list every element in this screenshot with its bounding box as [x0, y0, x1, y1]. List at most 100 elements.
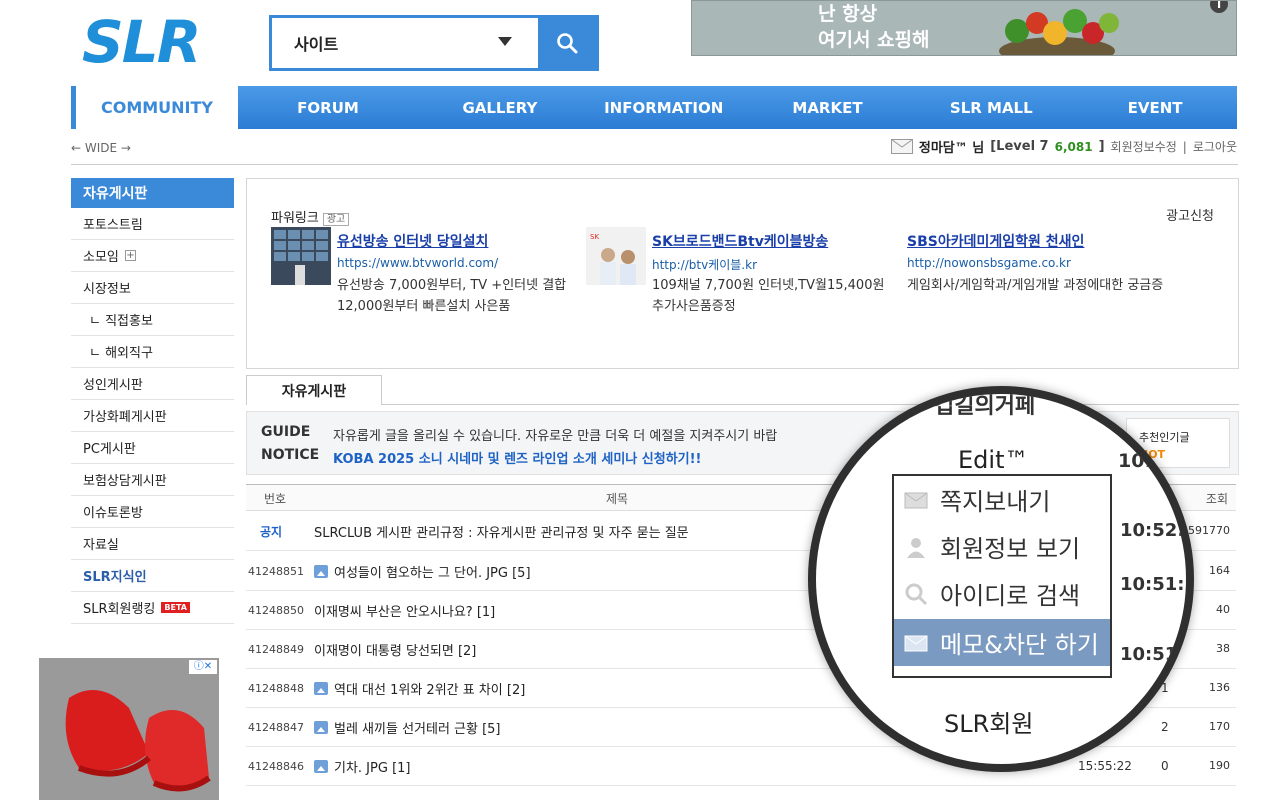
row-recommend: 2 [1161, 720, 1169, 734]
nav-information[interactable]: INFORMATION [582, 86, 746, 129]
envelope-icon [904, 492, 928, 508]
sidebar-item-label: SLR지식인 [83, 570, 147, 585]
sidebar-item-photostream[interactable]: 포토스트림 [71, 208, 234, 240]
ad-title[interactable]: 유선방송 인터넷 당일설치 [337, 231, 488, 251]
row-views: 40 [1216, 603, 1230, 616]
search-icon [557, 33, 578, 54]
row-views: 190 [1209, 759, 1230, 772]
banner-line1: 난 항상 [818, 3, 878, 25]
edit-profile-link[interactable]: 회원정보수정 [1111, 138, 1177, 155]
sidebar-item-crypto[interactable]: 가상화폐게시판 [71, 400, 234, 432]
svg-text:SLR: SLR [82, 10, 199, 72]
table-row[interactable]: 41248846 기차. JPG [1] 15:55:22 0 190 [246, 747, 1236, 786]
row-title-text: 이재명씨 부산은 안오시나요? [1] [314, 605, 496, 620]
expand-plus-icon[interactable]: + [124, 250, 136, 261]
menu-search-id[interactable]: 아이디로 검색 [894, 570, 1110, 617]
row-title[interactable]: 이재명씨 부산은 안오시나요? [1] [314, 601, 495, 620]
ad-url[interactable]: http://nowonsbsgame.co.kr [907, 256, 1071, 270]
envelope-icon[interactable] [890, 139, 913, 154]
user-nickname[interactable]: 정마담™ 님 [919, 137, 984, 156]
notice-link[interactable]: KOBA 2025 소니 시네마 및 렌즈 라인업 소개 세미나 신청하기!! [333, 448, 701, 467]
row-title[interactable]: 여성들이 혐오하는 그 단어. JPG [5] [314, 562, 531, 581]
sidebar-item-insurance[interactable]: 보험상담게시판 [71, 464, 234, 496]
image-icon [314, 721, 328, 734]
row-title[interactable]: 이재명이 대통령 당선되면 [2] [314, 640, 476, 659]
row-title[interactable]: 기차. JPG [1] [314, 757, 410, 776]
row-number: 공지 [260, 525, 283, 539]
main-nav: FORUM GALLERY INFORMATION MARKET SLR MAL… [238, 86, 1237, 129]
nav-market[interactable]: MARKET [746, 86, 910, 129]
slr-logo[interactable]: SLR [82, 8, 212, 76]
sidebar: 자유게시판 포토스트림 소모임 + 시장정보 ㄴ 직접홍보 ㄴ 해외직구 성인게시… [71, 178, 234, 624]
nav-event[interactable]: EVENT [1073, 86, 1237, 129]
user-info-bar: 정마담™ 님 [Level 7 6,081 ] 회원정보수정 | 로그아웃 [890, 137, 1237, 156]
row-number: 41248847 [248, 721, 304, 734]
sidebar-item-ranking[interactable]: SLR회원랭킹 BETA [71, 592, 234, 624]
row-title[interactable]: 벌레 새끼들 선거테러 근황 [5] [314, 718, 501, 737]
sidebar-item-label: SLR회원랭킹 [83, 602, 156, 617]
search-scope-select[interactable]: 사이트 [272, 18, 538, 68]
sidebar-item-direct-promo[interactable]: ㄴ 직접홍보 [71, 304, 234, 336]
row-views: 136 [1209, 681, 1230, 694]
ad-title[interactable]: SBS아카데미게임학원 천새인 [907, 231, 1084, 251]
menu-send-message[interactable]: 쪽지보내기 [894, 476, 1110, 523]
ad-url[interactable]: https://www.btvworld.com/ [337, 256, 498, 270]
row-title-text: 기차. JPG [1] [334, 761, 411, 776]
magnifier-lens: 겁길의거페 Edit™ 10:52:2 HOT 쪽지보내기 회원정보 보기 아이… [808, 386, 1194, 772]
ad-description: 게임회사/게임학과/게임개발 과정에대한 궁금증 [907, 278, 1164, 293]
column-title: 제목 [606, 492, 629, 506]
sidebar-item-label: ㄴ 해외직구 [89, 346, 153, 361]
writer-name[interactable]: Edit™ [958, 446, 1028, 474]
row-number: 41248849 [248, 643, 304, 656]
menu-label: 쪽지보내기 [940, 488, 1051, 516]
sidebar-item-pc[interactable]: PC게시판 [71, 432, 234, 464]
ad-description: 109채널 7,700원 인터넷,TV월15,400원 추가사은품증정 [652, 278, 885, 314]
banner-line2: 여기서 쇼핑해 [818, 29, 930, 51]
sidebar-item-slr-qna[interactable]: SLR지식인 [71, 560, 234, 592]
row-views: 591770 [1188, 524, 1230, 537]
ad-url[interactable]: http://btv케이블.kr [652, 256, 757, 273]
sidebar-item-label: ㄴ 직접홍보 [89, 314, 153, 329]
menu-view-profile[interactable]: 회원정보 보기 [894, 523, 1110, 570]
logout-link[interactable]: 로그아웃 [1193, 138, 1237, 155]
row-recommend: 0 [1161, 759, 1169, 773]
row-number: 41248851 [248, 565, 304, 578]
row-title[interactable]: SLRCLUB 게시판 관리규정 : 자유게시판 관리규정 및 자주 묻는 질문 [314, 522, 689, 541]
ad-info-icon[interactable]: i [1210, 1, 1228, 13]
ad-description: 유선방송 7,000원부터, TV +인터넷 결합 12,000원부터 빠른설치… [337, 278, 567, 314]
top-banner-ad[interactable]: 난 항상 여기서 쇼핑해 i [691, 0, 1237, 56]
row-title[interactable]: 역대 대선 1위와 2위간 표 차이 [2] [314, 679, 525, 698]
nav-slr-mall[interactable]: SLR MALL [909, 86, 1073, 129]
row-views: 170 [1209, 720, 1230, 733]
sidebar-item-free-board[interactable]: 자유게시판 [71, 178, 234, 208]
sidebar-item-overseas[interactable]: ㄴ 해외직구 [71, 336, 234, 368]
menu-memo-block[interactable]: 메모&차단 하기 [894, 619, 1110, 666]
ad-choices-icon[interactable]: ⓘ✕ [189, 660, 217, 674]
sidebar-item-archive[interactable]: 자료실 [71, 528, 234, 560]
side-ad-shoes[interactable]: ⓘ✕ [39, 658, 219, 800]
popular-label: 추천인기글 [1139, 431, 1190, 444]
row-title-text: SLRCLUB 게시판 관리규정 : 자유게시판 관리규정 및 자주 묻는 질문 [314, 526, 689, 541]
sidebar-item-club[interactable]: 소모임 + [71, 240, 234, 272]
ad-title[interactable]: SK브로드밴드Btv케이블방송 [652, 231, 828, 251]
magnified-time: 10:51:2 [1120, 574, 1194, 595]
sidebar-item-adult[interactable]: 성인게시판 [71, 368, 234, 400]
search-button[interactable] [538, 18, 596, 68]
menu-label: 메모&차단 하기 [940, 631, 1099, 659]
red-shoes-image [39, 658, 219, 800]
row-title-text: 여성들이 혐오하는 그 단어. JPG [5] [334, 566, 531, 581]
nav-community[interactable]: COMMUNITY [71, 86, 238, 129]
tab-free-board[interactable]: 자유게시판 [246, 375, 382, 405]
column-number: 번호 [264, 492, 287, 506]
beta-badge: BETA [161, 602, 190, 613]
divider [71, 164, 1238, 165]
powerlink-ad-box: 파워링크 광고 광고신청 유선방송 인터넷 당일설치 https://www.bt… [246, 178, 1239, 369]
sidebar-item-market-info[interactable]: 시장정보 [71, 272, 234, 304]
sidebar-item-issue[interactable]: 이슈토론방 [71, 496, 234, 528]
guide-text: 자유롭게 글을 올리실 수 있습니다. 자유로운 만큼 더욱 더 예절을 지켜주… [333, 429, 778, 444]
ad-apply-link[interactable]: 광고신청 [1166, 205, 1214, 224]
nav-forum[interactable]: FORUM [238, 86, 418, 129]
wide-toggle[interactable]: ← WIDE → [71, 141, 131, 155]
sidebar-item-label: 보험상담게시판 [83, 474, 167, 489]
nav-gallery[interactable]: GALLERY [418, 86, 582, 129]
